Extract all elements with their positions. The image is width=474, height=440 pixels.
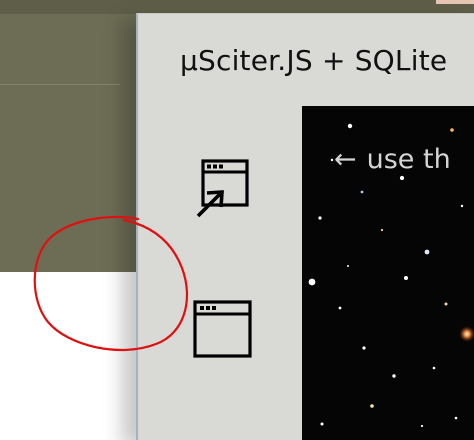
sidebar-item-shortcut[interactable] bbox=[190, 156, 256, 222]
background-divider bbox=[0, 84, 120, 85]
arrow-left-icon: ← bbox=[334, 144, 357, 175]
starfield-view[interactable]: ← use th bbox=[302, 106, 474, 440]
background-corner bbox=[436, 0, 474, 4]
hint-text: ← use th bbox=[334, 144, 451, 175]
app-window: µSciter.JS + SQLite ← use th bbox=[136, 13, 474, 440]
sidebar-item-window[interactable] bbox=[190, 296, 256, 362]
hint-label: use th bbox=[366, 144, 451, 175]
window-shortcut-icon bbox=[196, 159, 249, 218]
background-desktop bbox=[0, 272, 140, 440]
screen: µSciter.JS + SQLite ← use th bbox=[0, 0, 474, 440]
window-icon bbox=[193, 300, 252, 358]
window-title: µSciter.JS + SQLite bbox=[180, 44, 448, 77]
sidebar bbox=[138, 106, 302, 440]
background-window-titlebar bbox=[0, 0, 474, 14]
